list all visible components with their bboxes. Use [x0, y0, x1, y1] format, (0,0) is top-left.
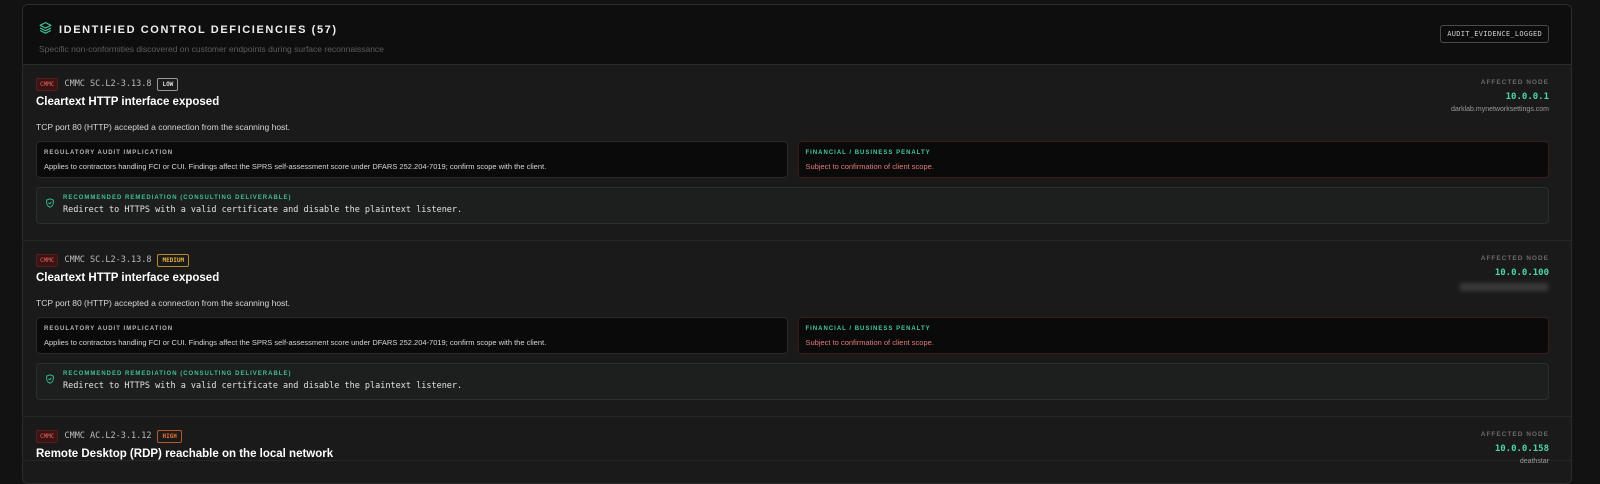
node-hostname: deathstar [1519, 458, 1549, 465]
framework-tag: CMMC [36, 253, 59, 267]
finding-card: CMMC CMMC SC.L2-3.13.8 LOW Cleartext HTT… [23, 65, 1571, 241]
node-hostname: darklab.mynetworksettings.com [1450, 106, 1549, 113]
layers-icon [39, 21, 52, 39]
severity-badge: MEDIUM [157, 253, 190, 267]
affected-node: AFFECTED NODE 10.0.0.158 deathstar [1481, 431, 1549, 465]
remediation-box: RECOMMENDED REMEDIATION (CONSULTING DELI… [36, 363, 1549, 400]
financial-label: FINANCIAL / BUSINESS PENALTY [805, 150, 931, 156]
control-id: CMMC SC.L2-3.13.8 [64, 255, 152, 265]
remediation-label: RECOMMENDED REMEDIATION (CONSULTING DELI… [63, 195, 292, 201]
finding-description: TCP port 80 (HTTP) accepted a connection… [36, 122, 291, 132]
audit-evidence-button[interactable]: AUDIT_EVIDENCE_LOGGED [1440, 25, 1549, 43]
node-ip[interactable]: 10.0.0.100 [1459, 268, 1549, 278]
finding-tag-row: CMMC CMMC SC.L2-3.13.8 MEDIUM [36, 253, 1549, 267]
shield-check-icon [45, 371, 55, 399]
deficiencies-panel: IDENTIFIED CONTROL DEFICIENCIES (57) Spe… [22, 4, 1572, 484]
panel-title-row: IDENTIFIED CONTROL DEFICIENCIES (57) [39, 21, 1555, 39]
regulatory-text: Applies to contractors handling FCI or C… [44, 162, 547, 171]
framework-tag: CMMC [36, 77, 59, 91]
finding-card: CMMC CMMC SC.L2-3.13.8 MEDIUM Cleartext … [23, 241, 1571, 417]
financial-label: FINANCIAL / BUSINESS PENALTY [805, 326, 931, 332]
finding-tag-row: CMMC CMMC AC.L2-3.1.12 HIGH [36, 429, 1549, 443]
regulatory-implication-box: REGULATORY AUDIT IMPLICATION Applies to … [36, 317, 788, 354]
financial-penalty-box: FINANCIAL / BUSINESS PENALTY Subject to … [797, 141, 1549, 178]
financial-penalty-box: FINANCIAL / BUSINESS PENALTY Subject to … [797, 317, 1549, 354]
remediation-label: RECOMMENDED REMEDIATION (CONSULTING DELI… [63, 371, 292, 377]
regulatory-label: REGULATORY AUDIT IMPLICATION [44, 326, 174, 332]
framework-tag: CMMC [36, 429, 59, 443]
affected-node-label: AFFECTED NODE [1480, 431, 1549, 438]
remediation-text: Redirect to HTTPS with a valid certifica… [63, 205, 463, 215]
control-id: CMMC AC.L2-3.1.12 [64, 431, 152, 441]
finding-title: Cleartext HTTP interface exposed [36, 96, 220, 108]
finding-card: CMMC CMMC AC.L2-3.1.12 HIGH Remote Deskt… [23, 417, 1571, 465]
affected-node-label: AFFECTED NODE [1480, 255, 1549, 262]
shield-check-icon [45, 195, 55, 223]
regulatory-text: Applies to contractors handling FCI or C… [44, 338, 547, 347]
severity-badge: LOW [157, 77, 179, 91]
implication-boxes: REGULATORY AUDIT IMPLICATION Applies to … [36, 317, 1549, 354]
panel-header: IDENTIFIED CONTROL DEFICIENCIES (57) Spe… [23, 5, 1571, 65]
node-ip[interactable]: 10.0.0.158 [1481, 444, 1549, 454]
remediation-box: RECOMMENDED REMEDIATION (CONSULTING DELI… [36, 187, 1549, 224]
finding-title: Remote Desktop (RDP) reachable on the lo… [36, 448, 334, 460]
finding-description: TCP port 80 (HTTP) accepted a connection… [36, 298, 291, 308]
regulatory-implication-box: REGULATORY AUDIT IMPLICATION Applies to … [36, 141, 788, 178]
affected-node-label: AFFECTED NODE [1480, 79, 1549, 86]
redacted-hostname [1459, 283, 1549, 291]
panel-subtitle: Specific non-conformities discovered on … [39, 44, 384, 54]
financial-text: Subject to confirmation of client scope. [805, 338, 934, 347]
implication-boxes: REGULATORY AUDIT IMPLICATION Applies to … [36, 141, 1549, 178]
affected-node: AFFECTED NODE 10.0.0.1 darklab.mynetwork… [1451, 79, 1549, 113]
financial-text: Subject to confirmation of client scope. [805, 162, 934, 171]
affected-node: AFFECTED NODE 10.0.0.100 [1459, 255, 1549, 296]
finding-tag-row: CMMC CMMC SC.L2-3.13.8 LOW [36, 77, 1549, 91]
control-id: CMMC SC.L2-3.13.8 [64, 79, 152, 89]
severity-badge: HIGH [157, 429, 182, 443]
remediation-text: Redirect to HTTPS with a valid certifica… [63, 381, 463, 391]
finding-title: Cleartext HTTP interface exposed [36, 272, 220, 284]
regulatory-label: REGULATORY AUDIT IMPLICATION [44, 150, 174, 156]
node-ip[interactable]: 10.0.0.1 [1451, 92, 1549, 102]
panel-title: IDENTIFIED CONTROL DEFICIENCIES (57) [59, 24, 338, 36]
